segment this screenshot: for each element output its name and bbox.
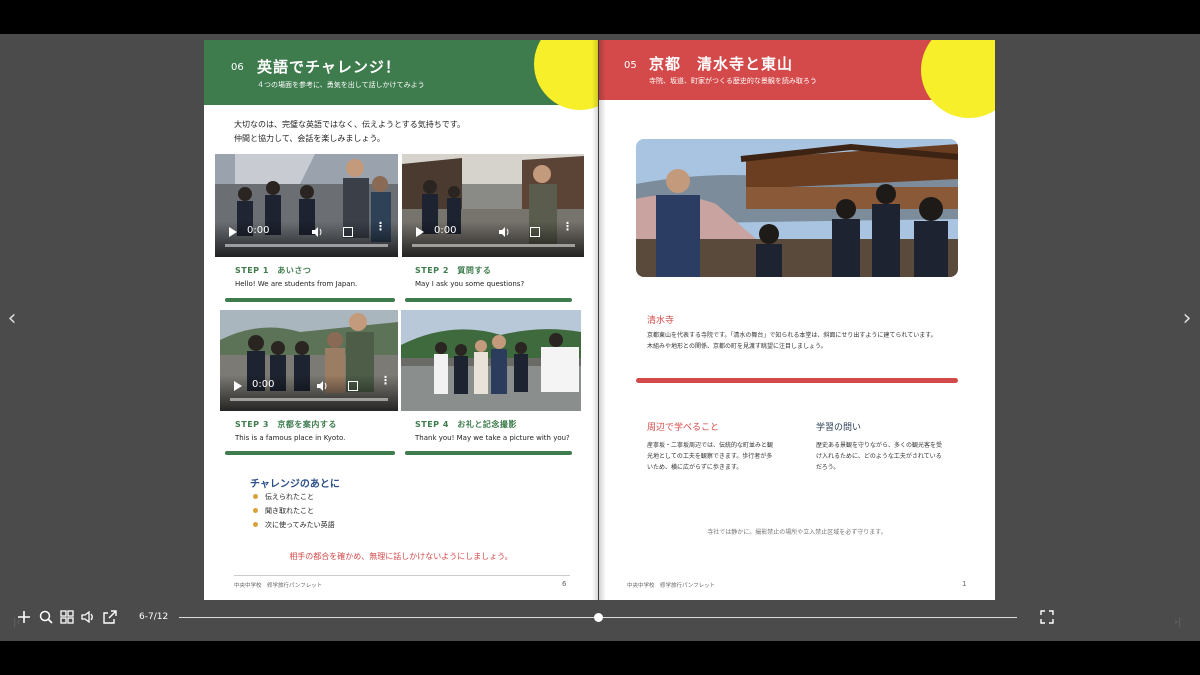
more-options-icon[interactable]: ⋮ (380, 375, 391, 386)
question-text-line: け入れるために、どのような工夫がされている (816, 453, 942, 460)
learn-text-line: 光地としての工夫を観察できます。歩行者が多 (647, 453, 773, 460)
page-number: 1 (962, 580, 967, 588)
intro-line: 大切なのは、完璧な英語ではなく、伝えようとする気持ちです。 (234, 120, 465, 129)
step-2-text: May I ask you some questions? (415, 280, 525, 288)
intro-line: 仲間と協力して、会話を楽しみましょう。 (234, 134, 385, 143)
search-icon[interactable] (38, 609, 54, 625)
fullscreen-icon[interactable] (1039, 609, 1055, 625)
intro-text: 大切なのは、完璧な英語ではなく、伝えようとする気持ちです。 仲間と協力して、会話… (234, 118, 574, 146)
page-number: 6 (562, 580, 567, 588)
video-player-step3[interactable]: 0:00 ⋮ (220, 310, 398, 411)
learn-section-title: 周辺で学べること (647, 423, 720, 433)
step-4-label: STEP 4 お礼と記念撮影 (415, 420, 517, 429)
speaker-icon[interactable] (80, 609, 96, 625)
grid-icon[interactable] (59, 609, 75, 625)
page-slider-thumb[interactable] (593, 613, 603, 622)
play-icon[interactable] (229, 227, 237, 237)
next-page-arrow[interactable]: › (1175, 304, 1199, 334)
viewer-stage: ‹ › 06 英語でチャレンジ！ ４つの場面を参考に、勇気を出して話しかけてみよ… (0, 34, 1200, 641)
plus-icon[interactable] (16, 609, 32, 625)
sun-decoration (921, 40, 995, 118)
section-number: 06 (231, 62, 244, 73)
video-time: 0:00 (247, 225, 270, 236)
after-item: 次に使ってみたい英語 (265, 521, 335, 529)
step-4-divider (405, 451, 572, 455)
more-options-icon[interactable]: ⋮ (375, 221, 386, 232)
footer-text: 中央中学校 修学旅行パンフレット (627, 583, 716, 589)
step-3-label: STEP 3 京都を案内する (235, 420, 337, 429)
bullet-icon (253, 522, 258, 527)
video-progress-bar[interactable] (230, 398, 388, 401)
share-icon[interactable] (102, 609, 118, 625)
learn-text-line: いため、横に広がらずに歩きます。 (647, 464, 743, 471)
page-subtitle: 寺院、坂道、町家がつくる歴史的な景観を読み取ろう (649, 77, 817, 85)
learn-text-line: 産寧坂・二寧坂周辺では、伝統的な町並みと観 (647, 442, 774, 449)
learn-description: 産寧坂・二寧坂周辺では、伝統的な町並みと観 光地としての工夫を観察できます。歩行… (647, 440, 787, 473)
video-controls: 0:00 ⋮ (402, 221, 584, 257)
question-text-line: 歴史ある景観を守りながら、多くの観光客を受 (816, 442, 943, 449)
video-player-step1[interactable]: 0:00 ⋮ (215, 154, 398, 257)
after-challenge-title: チャレンジのあとに (250, 479, 340, 490)
step-3-text: This is a famous place in Kyoto. (235, 434, 346, 442)
photo-step4 (401, 310, 581, 411)
kiyomizu-photo (636, 139, 958, 277)
video-controls: 0:00 ⋮ (215, 221, 398, 257)
video-player-step2[interactable]: 0:00 ⋮ (402, 154, 584, 257)
page-subtitle: ４つの場面を参考に、勇気を出して話しかけてみよう (257, 81, 425, 89)
previous-page-arrow[interactable]: ‹ (0, 304, 24, 334)
temple-text-line: 木組みや地形との関係、京都の町を見渡す眺望に注目しましょう。 (647, 343, 827, 350)
question-description: 歴史ある景観を守りながら、多くの観光客を受 け入れるために、どのような工夫がされ… (816, 440, 956, 473)
viewer-toolbar: 6-7/12 (0, 600, 1200, 634)
step-3-divider (225, 451, 395, 455)
volume-icon[interactable] (316, 380, 328, 392)
right-page: 05 京都 清水寺と東山 寺院、坂道、町家がつくる歴史的な景観を読み取ろう 清水… (599, 40, 995, 600)
left-page: 06 英語でチャレンジ！ ４つの場面を参考に、勇気を出して話しかけてみよう 大切… (204, 40, 598, 600)
step-1-divider (225, 298, 395, 302)
volume-icon[interactable] (498, 226, 510, 238)
bullet-icon (253, 494, 258, 499)
step-2-divider (405, 298, 572, 302)
footer-divider (234, 575, 570, 576)
page-title: 京都 清水寺と東山 (649, 55, 794, 73)
fullscreen-icon[interactable] (530, 227, 540, 237)
volume-icon[interactable] (311, 226, 323, 238)
etiquette-note: 寺社では静かに。撮影禁止の場所や立入禁止区域を必ず守ります。 (707, 529, 887, 536)
step-4-text: Thank you! May we take a picture with yo… (415, 434, 570, 442)
play-icon[interactable] (234, 381, 242, 391)
section-number: 05 (624, 60, 637, 71)
bullet-icon (253, 508, 258, 513)
section-divider (636, 378, 958, 383)
fullscreen-icon[interactable] (348, 381, 358, 391)
video-progress-bar[interactable] (225, 244, 388, 247)
after-item: 聞き取れたこと (265, 507, 314, 515)
fullscreen-icon[interactable] (343, 227, 353, 237)
step-1-text: Hello! We are students from Japan. (235, 280, 358, 288)
step-1-label: STEP 1 あいさつ (235, 266, 312, 275)
page-counter: 6-7/12 (139, 612, 169, 622)
play-icon[interactable] (416, 227, 424, 237)
video-controls: 0:00 ⋮ (220, 375, 398, 411)
page-title: 英語でチャレンジ！ (257, 58, 401, 76)
temple-text-line: 京都東山を代表する寺院です。「清水の舞台」で知られる本堂は、斜面にせり出すように… (647, 332, 937, 339)
more-options-icon[interactable]: ⋮ (562, 221, 573, 232)
question-text-line: だろう。 (816, 464, 840, 471)
video-progress-bar[interactable] (412, 244, 575, 247)
video-time: 0:00 (434, 225, 457, 236)
video-time: 0:00 (252, 379, 275, 390)
temple-description: 京都東山を代表する寺院です。「清水の舞台」で知られる本堂は、斜面にせり出すように… (647, 330, 957, 352)
warning-text: 相手の都合を確かめ、無理に話しかけないようにしましょう。 (289, 552, 513, 561)
step-2-label: STEP 2 質問する (415, 266, 492, 275)
footer-text: 中央中学校 修学旅行パンフレット (234, 583, 323, 589)
temple-section-title: 清水寺 (647, 316, 675, 326)
after-item: 伝えられたこと (265, 493, 314, 501)
question-section-title: 学習の問い (816, 423, 862, 433)
